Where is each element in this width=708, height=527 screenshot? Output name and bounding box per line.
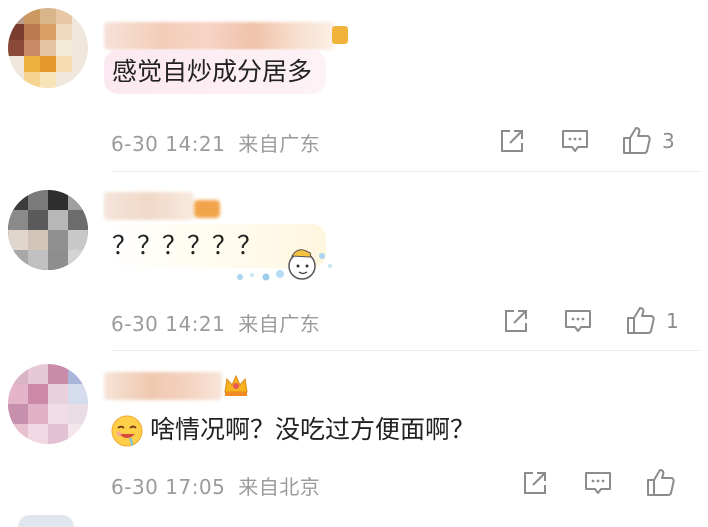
comment-item: ？？？？？？ 6-30 14:21 来自广东 1 xyxy=(0,172,708,351)
comment-button[interactable] xyxy=(563,306,593,336)
share-icon xyxy=(524,472,546,494)
avatar[interactable] xyxy=(8,190,88,270)
avatar-pixelated-image xyxy=(8,190,88,270)
like-button[interactable] xyxy=(646,467,676,497)
username-blurred[interactable] xyxy=(194,200,220,218)
comment-meta: 6-30 17:05 来自北京 xyxy=(111,471,320,500)
username-blurred[interactable] xyxy=(104,372,222,400)
crown-badge-icon xyxy=(222,372,250,398)
username-blurred[interactable] xyxy=(104,22,334,50)
comment-text: 感觉自炒成分居多 xyxy=(104,50,327,94)
comment-button[interactable] xyxy=(583,468,613,498)
like-button[interactable] xyxy=(622,125,652,155)
comment-location: 来自北京 xyxy=(238,475,321,499)
comment-item: 感觉自炒成分居多 6-30 14:21 来自广东 3 xyxy=(0,0,708,172)
share-icon xyxy=(501,130,523,152)
comment-icon xyxy=(565,310,591,332)
vip-badge-icon xyxy=(332,26,348,44)
share-button[interactable] xyxy=(520,468,550,498)
avatar[interactable] xyxy=(8,8,88,88)
avatar-pixelated-image xyxy=(8,364,88,444)
username-blurred[interactable] xyxy=(104,192,194,220)
like-button[interactable] xyxy=(626,305,656,335)
avatar[interactable] xyxy=(8,364,88,444)
comment-text-label: 感觉自炒成分居多 xyxy=(112,57,313,86)
comment-icon xyxy=(562,130,588,152)
comment-meta: 6-30 14:21 来自广东 xyxy=(111,308,320,337)
share-icon xyxy=(505,310,527,332)
comment-location: 来自广东 xyxy=(238,132,321,156)
like-count: 3 xyxy=(662,129,675,153)
comment-meta: 6-30 14:21 来自广东 xyxy=(111,128,320,157)
thumbs-up-icon xyxy=(647,469,675,496)
comment-item: 啥情况啊？没吃过方便面啊？ 6-30 17:05 来自北京 xyxy=(0,350,708,527)
cartoon-sticker-icon xyxy=(232,244,336,288)
thumbs-up-icon xyxy=(623,127,651,154)
comment-icon xyxy=(585,472,611,494)
drooling-face-emoji-icon xyxy=(110,414,144,448)
like-count: 1 xyxy=(666,309,679,333)
comment-button[interactable] xyxy=(560,126,590,156)
share-button[interactable] xyxy=(497,126,527,156)
comment-text: 啥情况啊？没吃过方便面啊？ xyxy=(110,408,475,452)
share-button[interactable] xyxy=(501,306,531,336)
comment-time: 6-30 14:21 xyxy=(111,312,226,336)
comment-location: 来自广东 xyxy=(238,312,321,336)
comment-time: 6-30 14:21 xyxy=(111,132,226,156)
next-comment-avatar-partial[interactable] xyxy=(18,515,74,527)
comment-text-label: 啥情况啊？没吃过方便面啊？ xyxy=(150,415,476,444)
avatar-pixelated-image xyxy=(8,8,72,88)
thumbs-up-icon xyxy=(627,307,655,334)
comment-time: 6-30 17:05 xyxy=(111,475,226,499)
